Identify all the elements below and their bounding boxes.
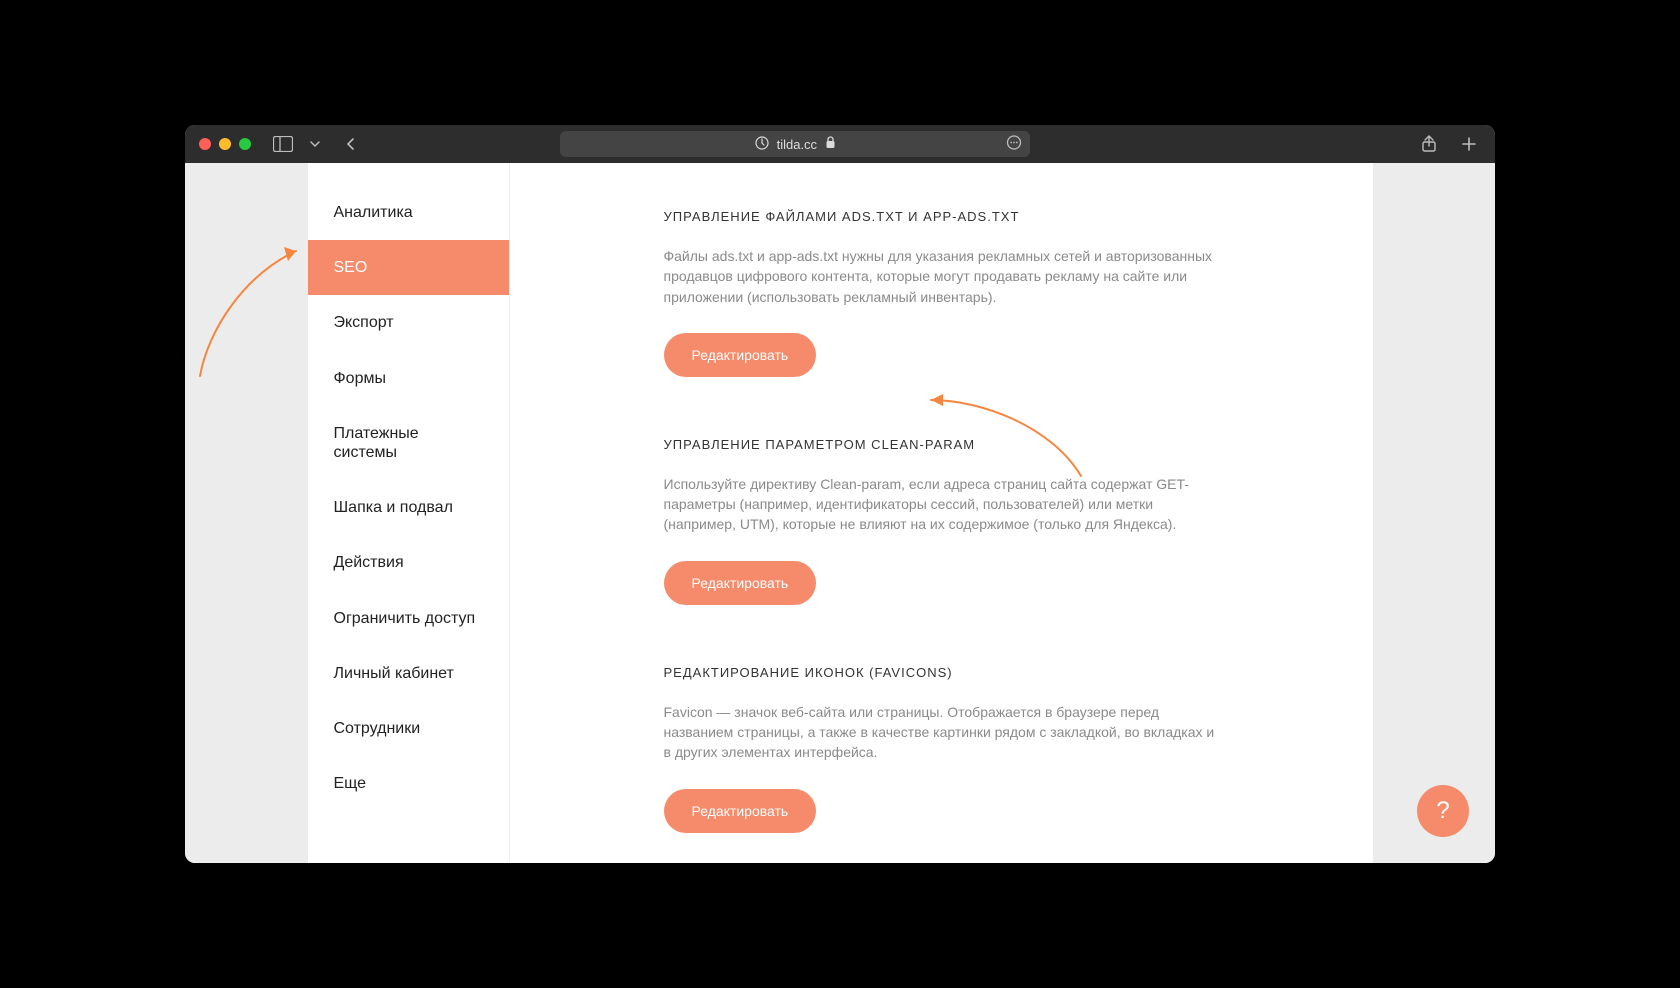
help-button[interactable]: ?: [1417, 785, 1469, 837]
address-bar[interactable]: tilda.cc: [560, 131, 1030, 157]
section-title: УПРАВЛЕНИЕ ПАРАМЕТРОМ CLEAN-PARAM: [664, 437, 1224, 452]
sidebar-item-seo[interactable]: SEO: [308, 240, 509, 295]
sidebar-item-payments[interactable]: Платежные системы: [308, 406, 509, 480]
sidebar-item-label: Платежные системы: [334, 425, 419, 461]
sidebar-item-export[interactable]: Экспорт: [308, 295, 509, 350]
browser-titlebar: tilda.cc: [185, 125, 1495, 163]
sidebar-item-label: SEO: [334, 259, 368, 276]
section-title: РЕДАКТИРОВАНИЕ ИКОНОК (FAVICONS): [664, 665, 1224, 680]
sidebar-item-team[interactable]: Сотрудники: [308, 701, 509, 756]
section-description: Используйте директиву Clean-param, если …: [664, 474, 1224, 535]
edit-ads-txt-button[interactable]: Редактировать: [664, 333, 817, 377]
sidebar-item-restrict-access[interactable]: Ограничить доступ: [308, 591, 509, 646]
page-content: Аналитика SEO Экспорт Формы Платежные си…: [185, 163, 1495, 863]
site-settings-icon: [755, 136, 769, 153]
sidebar-item-label: Шапка и подвал: [334, 499, 453, 516]
sidebar-item-label: Действия: [334, 554, 404, 571]
section-description: Favicon — значок веб-сайта или страницы.…: [664, 702, 1224, 763]
sidebar-item-label: Ограничить доступ: [334, 610, 476, 627]
sidebar-item-account[interactable]: Личный кабинет: [308, 646, 509, 701]
chevron-down-icon[interactable]: [303, 132, 327, 156]
sidebar-item-label: Сотрудники: [334, 720, 421, 737]
window-controls: [199, 138, 251, 150]
settings-main: УПРАВЛЕНИЕ ФАЙЛАМИ ADS.TXT И APP-ADS.TXT…: [510, 163, 1373, 863]
sidebar-item-label: Еще: [334, 775, 367, 792]
back-button[interactable]: [339, 132, 363, 156]
share-icon[interactable]: [1417, 132, 1441, 156]
window-minimize-button[interactable]: [219, 138, 231, 150]
sidebar-item-header-footer[interactable]: Шапка и подвал: [308, 480, 509, 535]
sidebar-item-label: Экспорт: [334, 314, 394, 331]
sidebar-item-more[interactable]: Еще: [308, 756, 509, 811]
window-close-button[interactable]: [199, 138, 211, 150]
sidebar-item-label: Личный кабинет: [334, 665, 454, 682]
section-description: Файлы ads.txt и app-ads.txt нужны для ук…: [664, 246, 1224, 307]
section-favicons: РЕДАКТИРОВАНИЕ ИКОНОК (FAVICONS) Favicon…: [664, 665, 1224, 833]
section-clean-param: УПРАВЛЕНИЕ ПАРАМЕТРОМ CLEAN-PARAM Исполь…: [664, 437, 1224, 605]
sidebar-item-analytics[interactable]: Аналитика: [308, 185, 509, 240]
edit-clean-param-button[interactable]: Редактировать: [664, 561, 817, 605]
edit-favicons-button[interactable]: Редактировать: [664, 789, 817, 833]
help-icon: ?: [1436, 797, 1449, 825]
sidebar-item-label: Формы: [334, 370, 386, 387]
section-title: УПРАВЛЕНИЕ ФАЙЛАМИ ADS.TXT И APP-ADS.TXT: [664, 209, 1224, 224]
new-tab-icon[interactable]: [1457, 132, 1481, 156]
sidebar-item-label: Аналитика: [334, 204, 413, 221]
lock-icon: [825, 136, 836, 152]
window-fullscreen-button[interactable]: [239, 138, 251, 150]
settings-sidebar: Аналитика SEO Экспорт Формы Платежные си…: [308, 163, 510, 863]
sidebar-toggle-icon[interactable]: [271, 132, 295, 156]
settings-panel: Аналитика SEO Экспорт Формы Платежные си…: [308, 163, 1373, 863]
reader-reload-icon[interactable]: [1006, 135, 1022, 154]
sidebar-item-forms[interactable]: Формы: [308, 351, 509, 406]
browser-window: tilda.cc Аналитика SEO Экспорт Формы: [185, 125, 1495, 863]
address-bar-host: tilda.cc: [777, 137, 817, 152]
sidebar-item-actions[interactable]: Действия: [308, 535, 509, 590]
section-ads-txt: УПРАВЛЕНИЕ ФАЙЛАМИ ADS.TXT И APP-ADS.TXT…: [664, 209, 1224, 377]
titlebar-right-controls: [1417, 132, 1481, 156]
